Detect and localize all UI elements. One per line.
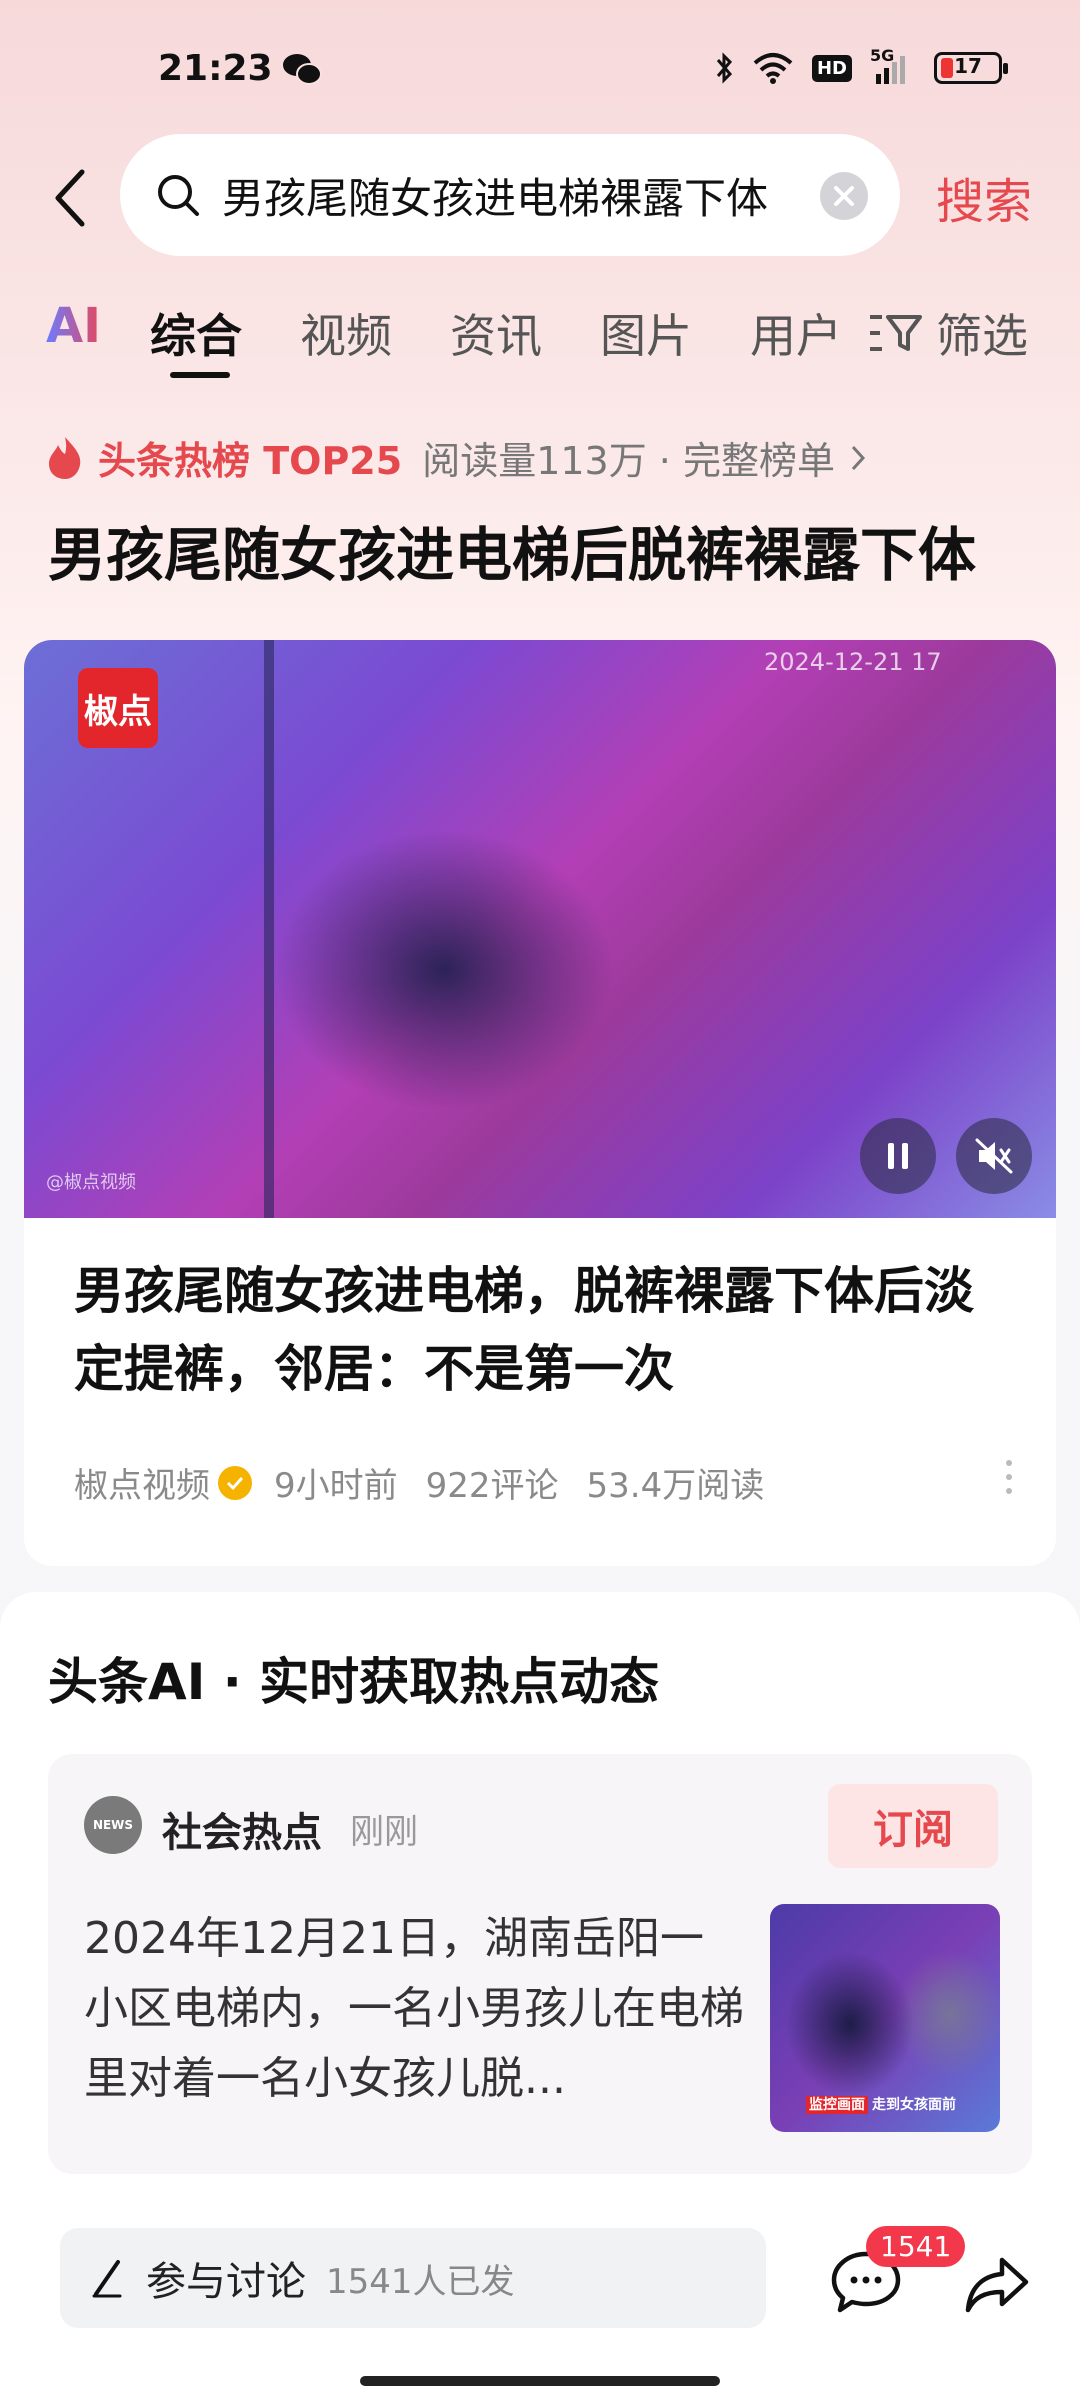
discussion-input[interactable]: 参与讨论 1541人已发	[60, 2228, 766, 2328]
search-tabs: AI 综合 视频 资讯 图片 用户 筛选	[0, 290, 1080, 390]
thumbnail-caption-text: 走到女孩面前	[872, 2097, 956, 2113]
tab-comprehensive[interactable]: 综合	[150, 300, 242, 366]
battery-icon: 17	[934, 52, 1008, 84]
wifi-icon	[753, 53, 793, 84]
channel-name[interactable]: 社会热点	[162, 1800, 322, 1858]
channel-avatar[interactable]: NEWS	[84, 1796, 142, 1854]
pen-icon	[92, 2260, 122, 2298]
video-result-card[interactable]: 2024-12-21 17 椒点 @椒点视频 男孩尾随女孩进电梯，脱裤裸露下体后…	[24, 640, 1056, 1566]
thumbnail-caption: 监控画面 走到女孩面前	[806, 2094, 956, 2114]
discussion-label: 参与讨论	[146, 2259, 306, 2305]
bottom-action-bar: 参与讨论 1541人已发 1541	[0, 2212, 1080, 2400]
tab-video[interactable]: 视频	[300, 300, 392, 366]
pause-button[interactable]	[860, 1118, 936, 1194]
video-title[interactable]: 男孩尾随女孩进电梯，脱裤裸露下体后淡定提裤，邻居：不是第一次	[74, 1252, 1014, 1408]
more-options-icon[interactable]	[1006, 1460, 1012, 1494]
filter-label: 筛选	[936, 309, 1028, 363]
comment-count-badge: 1541	[866, 2226, 966, 2267]
discussion-count: 1541人已发	[326, 2261, 515, 2302]
video-frame	[264, 640, 964, 1218]
video-read-count: 53.4万阅读	[586, 1466, 765, 1506]
filter-icon	[870, 315, 922, 351]
channel-time: 刚刚	[350, 1812, 418, 1852]
chevron-right-icon	[851, 445, 865, 470]
active-tab-indicator	[170, 372, 230, 378]
hot-list-label: 头条热榜 TOP25	[98, 439, 403, 483]
subscribe-button[interactable]: 订阅	[828, 1784, 998, 1868]
filter-button[interactable]: 筛选	[868, 300, 1028, 366]
pause-icon	[888, 1143, 908, 1169]
home-indicator[interactable]	[360, 2376, 720, 2386]
hot-list-meta: 阅读量113万 · 完整榜单	[422, 439, 835, 483]
status-icons: HD 5G 17	[714, 46, 1008, 86]
wechat-icon	[283, 54, 322, 85]
verified-icon	[218, 1465, 252, 1500]
ai-summary-text[interactable]: 2024年12月21日，湖南岳阳一小区电梯内，一名小男孩儿在电梯里对着一名小女孩…	[84, 1904, 744, 2114]
video-source[interactable]: 椒点视频	[74, 1458, 210, 1507]
status-time: 21:23	[158, 48, 273, 89]
battery-level: 17	[954, 54, 982, 78]
tab-ai[interactable]: AI	[46, 298, 101, 354]
bluetooth-icon	[716, 52, 733, 84]
search-icon	[158, 175, 199, 216]
clear-search-button[interactable]	[820, 172, 868, 220]
ai-hotspot-section: 头条AI · 实时获取热点动态 NEWS 社会热点 刚刚 订阅 2024年12月…	[0, 1592, 1080, 2212]
video-watermark: @椒点视频	[46, 1172, 136, 1193]
tab-news[interactable]: 资讯	[450, 300, 542, 366]
ai-news-card[interactable]: NEWS 社会热点 刚刚 订阅 2024年12月21日，湖南岳阳一小区电梯内，一…	[48, 1754, 1032, 2174]
search-query[interactable]: 男孩尾随女孩进电梯裸露下体	[222, 165, 782, 226]
tab-images[interactable]: 图片	[600, 300, 692, 366]
fire-icon	[49, 436, 81, 479]
hot-topic-title[interactable]: 男孩尾随女孩进电梯后脱裤裸露下体	[48, 508, 976, 592]
hd-badge: HD	[811, 54, 852, 82]
status-bar: 21:23 HD 5G 17	[0, 0, 1080, 140]
tab-users[interactable]: 用户	[750, 300, 842, 366]
thumbnail-caption-tag: 监控画面	[806, 2096, 868, 2114]
video-meta: 椒点视频 9小时前 922评论 53.4万阅读	[74, 1458, 792, 1507]
search-button[interactable]: 搜索	[936, 162, 1032, 232]
source-logo: 椒点	[78, 668, 158, 748]
muted-speaker-icon	[975, 1138, 1013, 1174]
video-timestamp-overlay: 2024-12-21 17	[764, 648, 942, 676]
signal-icon: 5G	[870, 46, 916, 86]
video-comments-count: 922评论	[425, 1466, 559, 1506]
news-thumbnail[interactable]: 监控画面 走到女孩面前	[770, 1904, 1000, 2132]
ai-section-heading: 头条AI · 实时获取热点动态	[48, 1653, 660, 1711]
close-icon	[834, 186, 854, 206]
video-player[interactable]: 2024-12-21 17 椒点 @椒点视频	[24, 640, 1056, 1218]
back-button[interactable]	[40, 158, 100, 238]
network-type: 5G	[870, 46, 895, 65]
hot-list-link[interactable]: 头条热榜 TOP25 阅读量113万 · 完整榜单	[46, 430, 867, 485]
search-input[interactable]: 男孩尾随女孩进电梯裸露下体	[120, 134, 900, 256]
video-time-ago: 9小时前	[274, 1466, 398, 1506]
chevron-left-icon	[55, 169, 85, 227]
share-icon[interactable]	[962, 2252, 1032, 2318]
mute-button[interactable]	[956, 1118, 1032, 1194]
